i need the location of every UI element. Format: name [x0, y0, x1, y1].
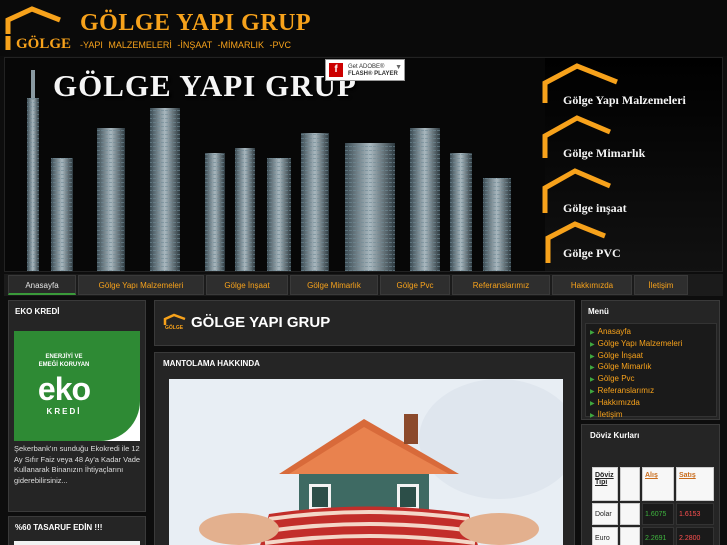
menu-item-label: Gölge İnşaat	[597, 350, 643, 360]
doviz-table: Döviz Tipi Alış Satış Dolar 1.6075 1.615…	[590, 465, 716, 545]
eko-kredi-background: ENERJİYİ VE EMEĞİ KORUYAN eko KREDİ	[14, 331, 140, 441]
arrow-right-icon: ▶	[590, 377, 595, 384]
eko-tagline-line2: EMEĞİ KORUYAN	[38, 362, 90, 368]
nav-item-anasayfa[interactable]: Anasayfa	[8, 275, 76, 295]
menu-item-label: Gölge Mimarlık	[597, 362, 652, 372]
doviz-title: Döviz Kurları	[590, 431, 640, 440]
fx-spacer	[620, 527, 640, 545]
eko-sub: KREDİ	[46, 407, 82, 416]
site-header: GÖLGE GÖLGE YAPI GRUP -YAPI MALZEMELERİ …	[0, 0, 727, 56]
nav-item-iletisim[interactable]: İletişim	[634, 275, 688, 295]
eko-kredi-description: Şekerbank'ın sunduğu Ekokredi ile 12 Ay …	[14, 444, 141, 485]
arrow-right-icon: ▶	[590, 353, 595, 360]
get-flash-player-badge[interactable]: f Get ADOBE® FLASH® PLAYER ▼	[325, 59, 405, 81]
center-title: GÖLGE YAPI GRUP	[191, 314, 331, 331]
site-title: GÖLGE YAPI GRUP	[80, 10, 312, 36]
fx-sell: 2.2800	[676, 527, 714, 545]
arrow-right-icon: ▶	[590, 341, 595, 348]
flash-line-1: Get ADOBE®	[348, 64, 385, 70]
doviz-panel: Döviz Kurları Döviz Tipi Alış Satış Dola…	[581, 424, 720, 545]
fx-type: Dolar	[592, 503, 618, 525]
col-header-blank	[620, 467, 640, 501]
flash-icon: f	[329, 63, 343, 77]
menu-item-iletisim[interactable]: ▶ İletişim	[590, 410, 716, 422]
eko-brand: eko	[37, 371, 91, 407]
menu-item-label: İletişim	[597, 409, 623, 419]
flash-banner[interactable]: GÖLGE YAPI GRUP Gölge Yapı Malzemeleri G…	[4, 57, 723, 272]
col-header-alis[interactable]: Alış	[642, 467, 674, 501]
banner-link-pvc[interactable]: Gölge PVC	[563, 246, 621, 261]
menu-item-label: Hakkımızda	[597, 397, 640, 407]
tasarruf-panel: %60 TASARUF EDİN !!!	[8, 516, 146, 545]
eko-kredi-panel: EKO KREDİ ENERJİYİ VE EMEĞİ KORUYAN eko …	[8, 300, 146, 512]
download-arrow-icon: ▼	[395, 64, 402, 71]
banner-link-mimarlik[interactable]: Gölge Mimarlık	[563, 146, 645, 161]
menu-item-label: Gölge Yapı Malzemeleri	[597, 338, 683, 348]
table-row: Euro 2.2691 2.2800	[592, 527, 714, 545]
col-header-doviz-tipi[interactable]: Döviz Tipi	[592, 467, 618, 501]
menu-item-referanslar[interactable]: ▶ Referanslarımız	[590, 386, 716, 398]
menu-item-mimarlik[interactable]: ▶ Gölge Mimarlık	[590, 362, 716, 374]
main-nav: Anasayfa Gölge Yapı Malzemeleri Gölge İn…	[4, 274, 723, 296]
center-header-panel: GÖLGE GÖLGE YAPI GRUP	[154, 300, 575, 346]
page: GÖLGE GÖLGE YAPI GRUP -YAPI MALZEMELERİ …	[0, 0, 727, 545]
nav-item-pvc[interactable]: Gölge Pvc	[380, 275, 450, 295]
table-row: Dolar 1.6075 1.6153	[592, 503, 714, 525]
nav-item-referanslar[interactable]: Referanslarımız	[452, 275, 550, 295]
eko-tagline-line1: ENERJİYİ VE	[45, 354, 83, 360]
site-subtitle: -YAPI MALZEMELERİ -İNŞAAT -MİMARLIK -PVC	[80, 40, 292, 50]
menu-item-label: Anasayfa	[597, 327, 631, 336]
menu-panel: Menü ▶ Anasayfa ▶ Gölge Yapı Malzemeleri ▶…	[581, 300, 720, 420]
mini-logo-text: GÖLGE	[165, 325, 184, 331]
menu-item-label: Referanslarımız	[597, 385, 655, 395]
fx-buy: 2.2691	[642, 527, 674, 545]
logo-text: GÖLGE	[16, 36, 72, 52]
arrow-right-icon: ▶	[590, 412, 595, 419]
menu-item-pvc[interactable]: ▶ Gölge Pvc	[590, 374, 716, 386]
arrow-right-icon: ▶	[590, 330, 595, 336]
banner-title: GÖLGE YAPI GRUP	[53, 68, 357, 103]
eko-tagline: ENERJİYİ VE EMEĞİ KORUYAN	[14, 353, 114, 369]
eko-kredi-banner[interactable]: ENERJİYİ VE EMEĞİ KORUYAN eko KREDİ	[14, 331, 140, 441]
article-title[interactable]: MANTOLAMA HAKKINDA	[163, 359, 260, 368]
table-header-row: Döviz Tipi Alış Satış	[592, 467, 714, 501]
menu-item-insaat[interactable]: ▶ Gölge İnşaat	[590, 351, 716, 363]
fx-buy: 1.6075	[642, 503, 674, 525]
nav-item-hakkimizda[interactable]: Hakkımızda	[552, 275, 632, 295]
fx-type: Euro	[592, 527, 618, 545]
tasarruf-title: %60 TASARUF EDİN !!!	[15, 523, 103, 532]
menu-item-label: Gölge Pvc	[597, 374, 635, 384]
fx-spacer	[620, 503, 640, 525]
arrow-right-icon: ▶	[590, 365, 595, 372]
menu-title: Menü	[588, 307, 609, 316]
fx-sell: 1.6153	[676, 503, 714, 525]
banner-link-yapi-malzemeleri[interactable]: Gölge Yapı Malzemeleri	[563, 93, 686, 108]
tasarruf-banner[interactable]	[14, 541, 140, 545]
menu-item-anasayfa[interactable]: ▶ Anasayfa	[590, 327, 716, 339]
nav-item-insaat[interactable]: Gölge İnşaat	[206, 275, 288, 295]
banner-link-insaat[interactable]: Gölge inşaat	[563, 201, 627, 216]
eko-kredi-title: EKO KREDİ	[15, 307, 60, 316]
house-scarf-image	[169, 379, 563, 545]
site-logo[interactable]: GÖLGE	[4, 6, 71, 52]
menu-list: ▶ Anasayfa ▶ Gölge Yapı Malzemeleri ▶ Gölge…	[585, 323, 717, 419]
arrow-right-icon: ▶	[590, 388, 595, 395]
menu-item-hakkimizda[interactable]: ▶ Hakkımızda	[590, 398, 716, 410]
arrow-right-icon: ▶	[590, 400, 595, 407]
col-header-satis[interactable]: Satış	[676, 467, 714, 501]
house-illustration	[169, 379, 563, 545]
flash-line-2: FLASH® PLAYER	[348, 71, 398, 77]
article-panel: MANTOLAMA HAKKINDA	[154, 352, 575, 545]
menu-item-yapi-malzemeleri[interactable]: ▶ Gölge Yapı Malzemeleri	[590, 339, 716, 351]
nav-item-yapi-malzemeleri[interactable]: Gölge Yapı Malzemeleri	[78, 275, 204, 295]
nav-item-mimarlik[interactable]: Gölge Mimarlık	[290, 275, 378, 295]
